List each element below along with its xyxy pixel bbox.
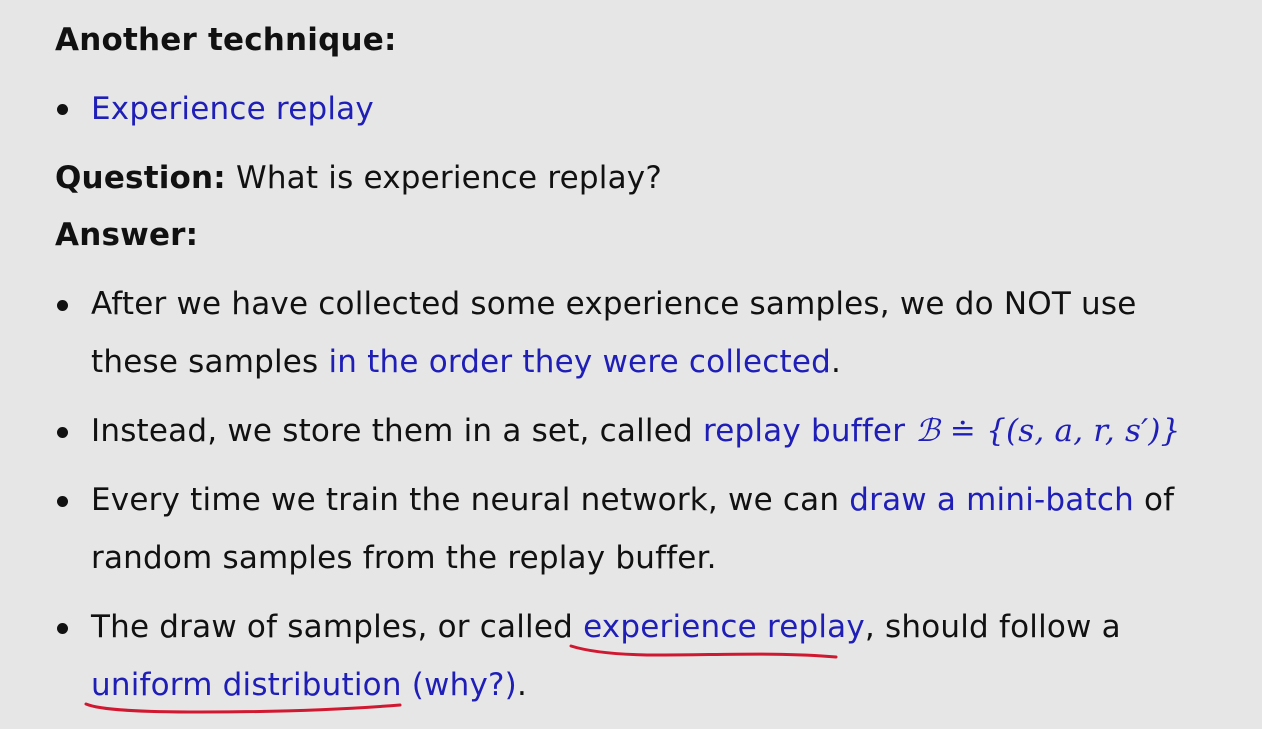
bullet-4-line-1: The draw of samples, or called experienc… (91, 607, 1121, 647)
bullet-icon (57, 623, 68, 634)
red-underline-uniform-distribution (84, 702, 402, 714)
bullet-1-period: . (830, 344, 842, 380)
bullet-4-period: . (516, 667, 528, 703)
bullet-2-text: Instead, we store them in a set, called (91, 413, 703, 449)
mini-batch-phrase: draw a mini-batch (849, 482, 1134, 518)
bullet-icon (57, 496, 68, 507)
bullet-4-line-2: uniform distribution (why?). (91, 665, 527, 705)
bullet-icon (57, 300, 68, 311)
bullet-1-line-1: After we have collected some experience … (91, 286, 1137, 322)
slide: Another technique: Experience replay Que… (0, 0, 1262, 729)
buffer-symbol: ℬ (915, 413, 940, 449)
bullet-3-line-2: random samples from the replay buffer. (91, 540, 717, 576)
answer-label: Answer: (55, 217, 199, 253)
replay-buffer-phrase: replay buffer (702, 413, 906, 449)
bullet-1-line-2: these samples in the order they were col… (91, 342, 841, 382)
question-label: Question: (55, 160, 226, 196)
bullet-icon (57, 427, 68, 438)
question-line: Question: What is experience replay? (55, 158, 662, 198)
heading-another-technique: Another technique: (55, 22, 397, 58)
bullet-2-line: Instead, we store them in a set, called … (91, 411, 1181, 451)
bullet-icon (57, 104, 68, 115)
experience-replay-phrase: experience replay (583, 609, 865, 645)
bullet-3-text-end: of (1133, 482, 1175, 518)
bullet-4-text: The draw of samples, or called (91, 609, 584, 645)
red-underline-experience-replay (569, 644, 838, 659)
experience-replay-item: Experience replay (91, 91, 374, 127)
bullet-3-line-1: Every time we train the neural network, … (91, 480, 1174, 520)
question-text: What is experience replay? (225, 160, 662, 196)
bullet-4-text-end: , should follow a (864, 609, 1121, 645)
uniform-distribution-phrase: uniform distribution (91, 667, 402, 703)
order-collected-phrase: in the order they were collected (328, 344, 831, 380)
bullet-1-text: these samples (91, 344, 329, 380)
buffer-set-definition: ≐ {(s, a, r, s′)} (939, 413, 1181, 449)
why-question: (why?) (401, 667, 517, 703)
replay-buffer-formula: ℬ ≐ {(s, a, r, s′)} (915, 413, 1180, 449)
bullet-3-text: Every time we train the neural network, … (91, 482, 850, 518)
